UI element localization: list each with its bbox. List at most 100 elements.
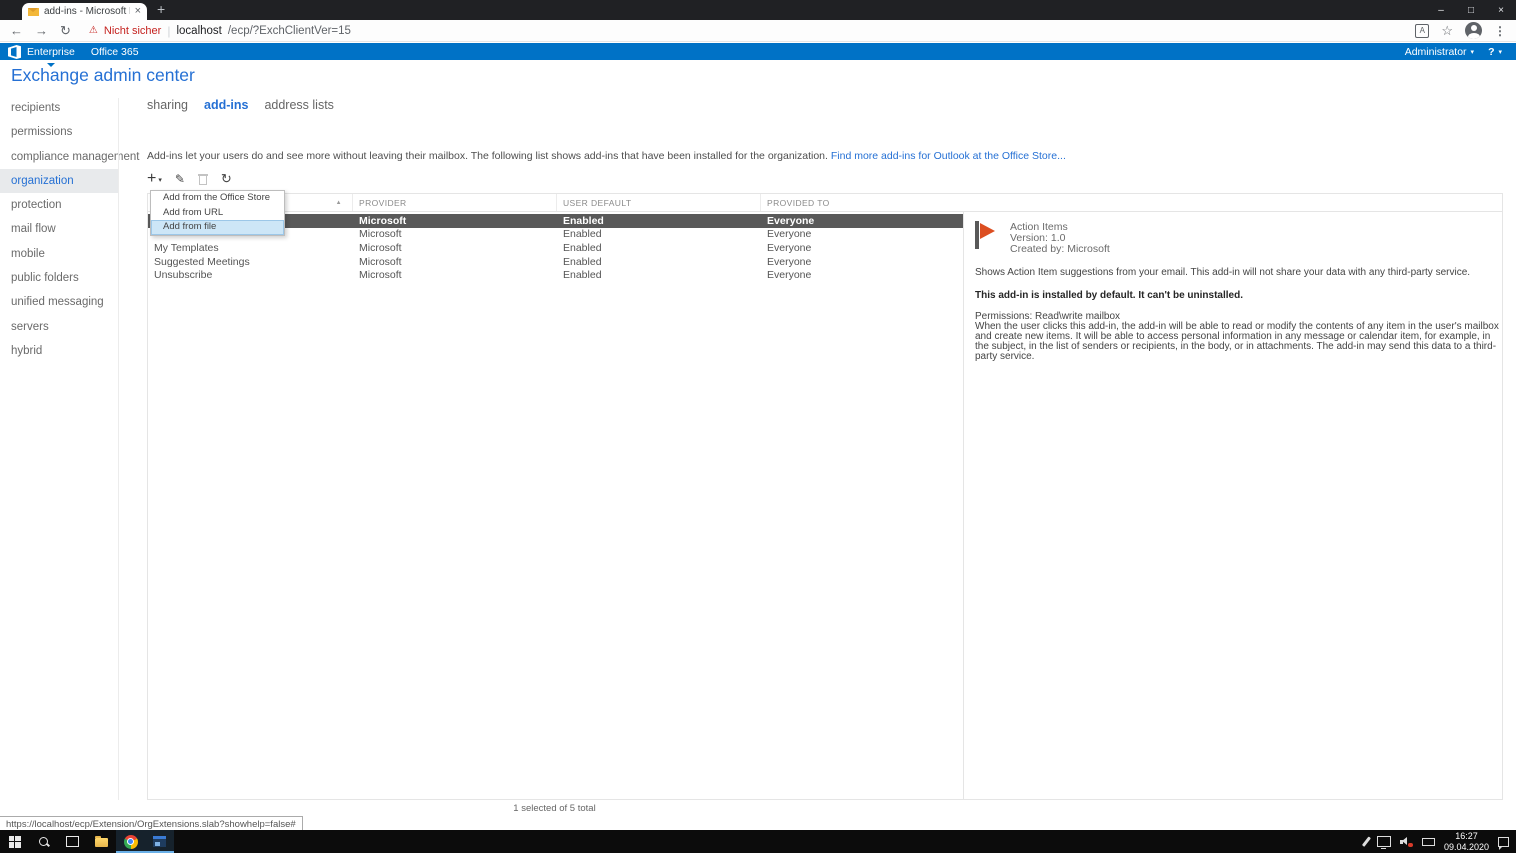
network-tray-icon[interactable] bbox=[1377, 836, 1391, 847]
action-items-flag-icon bbox=[975, 220, 997, 250]
add-ins-description: Add-ins let your users do and see more w… bbox=[147, 150, 1066, 162]
file-explorer-button[interactable] bbox=[87, 830, 116, 853]
sidebar-item-servers[interactable]: servers bbox=[0, 315, 118, 339]
table-row[interactable]: Suggested Meetings Microsoft Enabled Eve… bbox=[148, 255, 963, 269]
pen-tray-icon[interactable] bbox=[1362, 836, 1371, 846]
addin-installed-note: This add-in is installed by default. It … bbox=[975, 290, 1500, 301]
new-tab-button[interactable]: + bbox=[157, 1, 165, 17]
windows-logo-icon bbox=[9, 836, 21, 848]
brand-label: Enterprise bbox=[27, 46, 75, 58]
suite-bar-product[interactable]: Office 365 bbox=[91, 46, 139, 58]
sidebar-item-permissions[interactable]: permissions bbox=[0, 120, 118, 144]
table-row[interactable]: My Templates Microsoft Enabled Everyone bbox=[148, 241, 963, 255]
task-view-button[interactable] bbox=[58, 830, 87, 853]
sidebar-item-mobile[interactable]: mobile bbox=[0, 242, 118, 266]
taskbar-search-button[interactable] bbox=[29, 830, 58, 853]
user-menu[interactable]: Administrator ▾ bbox=[1405, 46, 1474, 58]
office-store-link[interactable]: Find more add-ins for Outlook at the Off… bbox=[831, 150, 1066, 162]
nav-divider bbox=[118, 98, 119, 800]
not-secure-warning-icon[interactable]: ⚠ bbox=[89, 25, 98, 36]
task-view-icon bbox=[66, 836, 79, 847]
page-title: Exchange admin center bbox=[11, 65, 195, 86]
window-minimize-button[interactable]: – bbox=[1426, 0, 1456, 20]
back-icon[interactable]: ← bbox=[10, 24, 23, 37]
browser-toolbar: ← → ↻ ⚠ Nicht sicher | localhost/ecp/?Ex… bbox=[0, 20, 1516, 42]
description-text: Add-ins let your users do and see more w… bbox=[147, 150, 828, 162]
tab-address-lists[interactable]: address lists bbox=[264, 98, 333, 112]
table-header: NAME ▲ PROVIDER USER DEFAULT PROVIDED TO bbox=[148, 194, 1502, 212]
refresh-button[interactable]: ↻ bbox=[221, 171, 232, 187]
browser-tab[interactable]: add-ins - Microsoft Exchange × bbox=[22, 3, 147, 20]
window-restore-button[interactable]: □ bbox=[1456, 0, 1486, 20]
help-menu[interactable]: ? ▾ bbox=[1488, 46, 1502, 58]
url-host: localhost bbox=[176, 25, 221, 37]
edit-button[interactable]: ✎ bbox=[175, 172, 185, 186]
browser-menu-icon[interactable]: ⋮ bbox=[1494, 24, 1506, 38]
volume-muted-tray-icon[interactable] bbox=[1400, 836, 1413, 847]
menu-item-add-from-url[interactable]: Add from URL bbox=[151, 206, 284, 221]
folder-icon bbox=[95, 838, 108, 847]
action-center-icon[interactable] bbox=[1498, 837, 1509, 847]
sidebar-item-public-folders[interactable]: public folders bbox=[0, 266, 118, 290]
keyboard-tray-icon[interactable] bbox=[1422, 838, 1435, 846]
sidebar-item-hybrid[interactable]: hybrid bbox=[0, 339, 118, 363]
add-caret-icon: ▾ bbox=[158, 176, 162, 186]
column-header-provided-to[interactable]: PROVIDED TO bbox=[761, 194, 963, 211]
browser-titlebar: add-ins - Microsoft Exchange × + – □ × bbox=[0, 0, 1516, 20]
sidebar-item-mail-flow[interactable]: mail flow bbox=[0, 217, 118, 241]
forward-icon[interactable]: → bbox=[35, 24, 48, 37]
help-menu-caret-icon: ▾ bbox=[1498, 48, 1502, 56]
delete-button-disabled bbox=[198, 173, 208, 185]
exchange-app-icon bbox=[153, 836, 166, 847]
sidebar-item-protection[interactable]: protection bbox=[0, 193, 118, 217]
details-pane: Action Items Version: 1.0 Created by: Mi… bbox=[975, 220, 1500, 361]
profile-avatar[interactable] bbox=[1465, 22, 1482, 39]
not-secure-label[interactable]: Nicht sicher bbox=[104, 25, 161, 37]
sidebar-item-organization[interactable]: organization bbox=[0, 169, 118, 193]
sidebar-item-compliance-management[interactable]: compliance management bbox=[0, 145, 118, 169]
help-icon: ? bbox=[1488, 46, 1494, 58]
sidebar-item-recipients[interactable]: recipients bbox=[0, 96, 118, 120]
user-menu-label: Administrator bbox=[1405, 46, 1467, 58]
system-tray: 16:27 09.04.2020 bbox=[1365, 830, 1516, 853]
table-row[interactable]: Unsubscribe Microsoft Enabled Everyone bbox=[148, 268, 963, 282]
column-header-provider[interactable]: PROVIDER bbox=[353, 194, 557, 211]
plus-icon: + bbox=[147, 172, 156, 186]
add-dropdown-menu: Add from the Office Store Add from URL A… bbox=[150, 190, 285, 236]
list-toolbar: + ▾ ✎ ↻ bbox=[147, 171, 232, 187]
exchange-app-taskbar-button[interactable] bbox=[145, 830, 174, 853]
address-bar[interactable]: ⚠ Nicht sicher | localhost/ecp/?ExchClie… bbox=[83, 24, 1403, 38]
content-tabs: sharing add-ins address lists bbox=[147, 98, 334, 112]
user-menu-caret-icon: ▾ bbox=[1471, 48, 1475, 56]
start-button[interactable] bbox=[0, 830, 29, 853]
window-close-button[interactable]: × bbox=[1486, 0, 1516, 20]
addin-permissions-detail: When the user clicks this add-in, the ad… bbox=[975, 322, 1500, 361]
addin-summary: Shows Action Item suggestions from your … bbox=[975, 267, 1500, 278]
tab-title: add-ins - Microsoft Exchange bbox=[44, 6, 130, 17]
reload-icon[interactable]: ↻ bbox=[60, 24, 71, 37]
screen: add-ins - Microsoft Exchange × + – □ × ←… bbox=[0, 0, 1516, 853]
clock-time: 16:27 bbox=[1444, 831, 1489, 842]
menu-item-add-from-office-store[interactable]: Add from the Office Store bbox=[151, 191, 284, 206]
clock-date: 09.04.2020 bbox=[1444, 842, 1489, 853]
taskbar: 16:27 09.04.2020 bbox=[0, 830, 1516, 853]
suite-bar: Enterprise Office 365 Administrator ▾ ? … bbox=[0, 43, 1516, 60]
bookmark-star-icon[interactable]: ☆ bbox=[1441, 23, 1453, 39]
suite-bar-brand[interactable]: Enterprise bbox=[27, 46, 75, 58]
tab-sharing[interactable]: sharing bbox=[147, 98, 188, 112]
menu-item-add-from-file[interactable]: Add from file bbox=[151, 220, 284, 235]
tab-add-ins[interactable]: add-ins bbox=[204, 98, 248, 112]
search-icon bbox=[38, 836, 50, 848]
translate-icon[interactable]: A bbox=[1415, 24, 1429, 38]
add-button[interactable]: + ▾ bbox=[147, 172, 162, 186]
url-path: /ecp/?ExchClientVer=15 bbox=[228, 25, 351, 37]
addin-version: Version: 1.0 bbox=[1010, 233, 1110, 244]
addin-created-by: Created by: Microsoft bbox=[1010, 244, 1110, 255]
sidebar-item-unified-messaging[interactable]: unified messaging bbox=[0, 290, 118, 314]
column-header-user-default[interactable]: USER DEFAULT bbox=[557, 194, 761, 211]
chrome-taskbar-button[interactable] bbox=[116, 830, 145, 853]
left-nav: recipients permissions compliance manage… bbox=[0, 96, 118, 363]
tab-close-icon[interactable]: × bbox=[135, 6, 141, 17]
sort-asc-icon: ▲ bbox=[336, 200, 342, 206]
taskbar-clock[interactable]: 16:27 09.04.2020 bbox=[1444, 831, 1489, 852]
